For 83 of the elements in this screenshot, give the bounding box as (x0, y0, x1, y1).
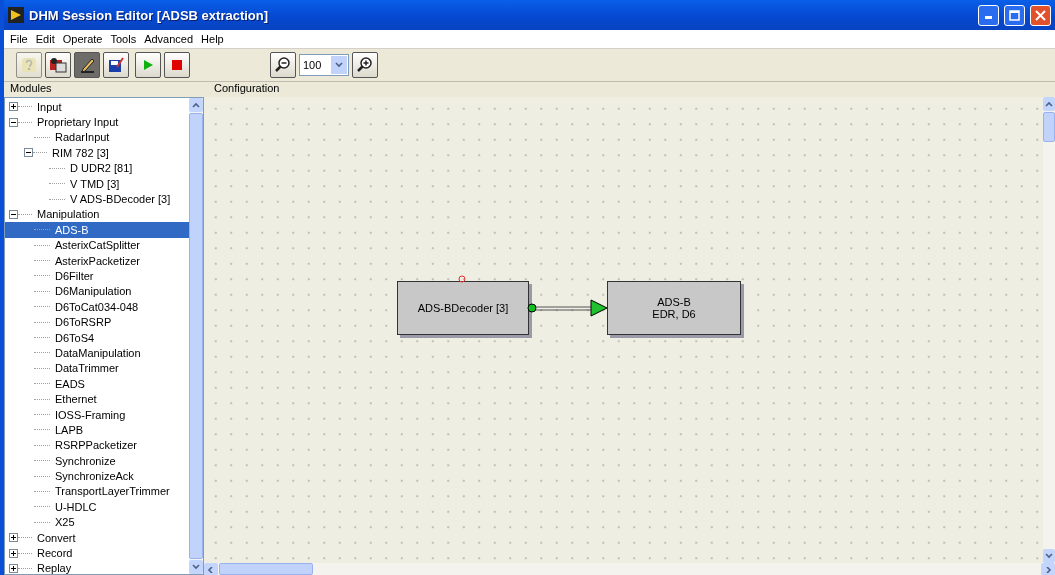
run-icon (141, 58, 155, 72)
minimize-button[interactable] (978, 4, 999, 26)
window-title: DHM Session Editor [ADSB extraction] (29, 7, 270, 23)
tree-item[interactable]: RSRPPacketizer (53, 438, 139, 453)
tree-item[interactable]: V ADS-BDecoder [3] (68, 192, 173, 207)
scrollbar[interactable] (1043, 97, 1055, 563)
tree-item[interactable]: RadarInput (53, 130, 112, 145)
toolbar-button[interactable] (103, 52, 129, 78)
toolbar-button[interactable] (135, 52, 161, 78)
tree-item[interactable]: D6ToS4 (53, 330, 97, 345)
expand-icon[interactable] (9, 533, 18, 543)
tree-item[interactable]: Replay (35, 561, 74, 574)
menu-item[interactable]: Operate (58, 33, 107, 45)
menu-item[interactable]: Help (197, 33, 228, 45)
module-node[interactable]: ADS-B EDR, D6 (607, 281, 741, 335)
input-port-icon (458, 275, 466, 283)
scroll-up-icon (1045, 101, 1053, 107)
maximize-icon (1009, 9, 1020, 21)
zoom-in-button[interactable] (352, 52, 378, 78)
help-icon (20, 56, 38, 74)
dropdown-caret-icon (335, 62, 343, 68)
module-node[interactable]: ADS-BDecoder [3] (397, 281, 529, 335)
scroll-up-icon (192, 102, 200, 108)
tree-item[interactable]: TransportLayerTrimmer (53, 484, 172, 499)
scroll-down-icon (192, 564, 200, 570)
tree-item[interactable]: Manipulation (35, 207, 102, 222)
floppy-disk-icon (107, 56, 125, 74)
tree-item[interactable]: LAPB (53, 422, 86, 437)
tree-item[interactable]: EADS (53, 376, 87, 391)
tree-item[interactable]: Proprietary Input (35, 115, 121, 130)
expand-icon[interactable] (9, 102, 18, 112)
tree-item[interactable]: V TMD [3] (68, 176, 122, 191)
toolbar-button[interactable] (74, 52, 100, 78)
panel-title: Modules (9, 82, 53, 96)
tree-item[interactable]: Input (35, 99, 64, 114)
tree-item[interactable]: Record (35, 546, 75, 560)
expand-icon[interactable] (9, 563, 18, 573)
tree-item[interactable]: X25 (53, 515, 77, 530)
scroll-down-icon (1045, 553, 1053, 559)
scrollbar[interactable] (204, 563, 1055, 575)
zoom-in-icon (356, 56, 374, 74)
zoom-select[interactable]: 100 (299, 54, 349, 76)
toolbar-button[interactable] (164, 52, 190, 78)
tree-item[interactable]: DataTrimmer (53, 361, 121, 376)
panel-title: Configuration (213, 82, 281, 96)
menu-item[interactable]: Tools (106, 33, 141, 45)
pencil-icon (78, 56, 96, 74)
close-icon (1035, 9, 1046, 21)
collapse-icon[interactable] (24, 148, 33, 158)
toolbar-button[interactable] (45, 52, 71, 78)
menu-item[interactable]: File (6, 33, 32, 45)
tree-item[interactable]: Ethernet (53, 392, 99, 407)
tree-item[interactable]: D UDR2 [81] (68, 161, 135, 176)
tree-item[interactable]: ADS-B (53, 222, 91, 237)
tree-item[interactable]: AsterixPacketizer (53, 253, 142, 268)
scroll-right-icon (1044, 567, 1052, 573)
tree-item[interactable]: IOSS-Framing (53, 407, 128, 422)
menu-item[interactable]: Advanced (140, 33, 198, 45)
tree-item[interactable]: DataManipulation (53, 345, 143, 360)
close-button[interactable] (1030, 4, 1051, 26)
scroll-thumb[interactable] (219, 563, 313, 575)
tree-item[interactable]: D6ToRSRP (53, 315, 114, 330)
tree-item[interactable]: SynchronizeAck (53, 469, 136, 484)
tree-item[interactable]: D6Manipulation (53, 284, 134, 299)
scroll-left-icon (207, 567, 215, 573)
menu-item[interactable]: Edit (31, 33, 59, 45)
expand-icon[interactable] (9, 548, 18, 558)
camera-icon (48, 56, 68, 74)
zoom-out-icon (274, 56, 292, 74)
app-icon (8, 7, 24, 23)
tree-item[interactable]: AsterixCatSplitter (53, 238, 142, 253)
stop-icon (171, 59, 183, 71)
zoom-out-button[interactable] (270, 52, 296, 78)
maximize-button[interactable] (1004, 4, 1025, 26)
tree-item[interactable]: Convert (35, 530, 78, 545)
tree-item[interactable]: U-HDLC (53, 499, 99, 514)
tree-item[interactable]: D6Filter (53, 269, 96, 283)
collapse-icon[interactable] (9, 117, 18, 127)
tree-item[interactable]: Synchronize (53, 453, 118, 468)
collapse-icon[interactable] (9, 209, 18, 219)
scroll-thumb[interactable] (1043, 112, 1055, 142)
tree-item[interactable]: RIM 782 [3] (50, 145, 111, 160)
tree-item[interactable]: D6ToCat034-048 (53, 299, 141, 314)
